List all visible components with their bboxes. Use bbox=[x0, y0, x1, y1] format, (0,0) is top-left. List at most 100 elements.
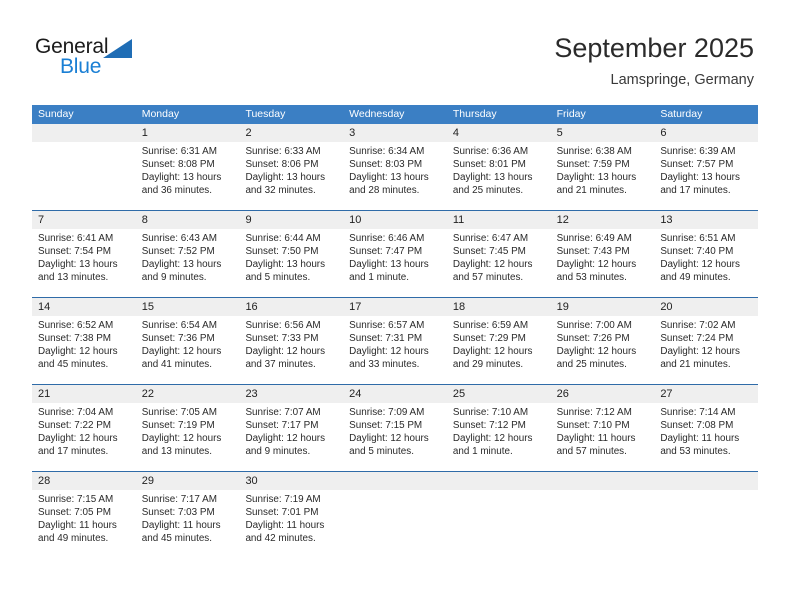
day-cell[interactable] bbox=[551, 490, 655, 560]
daylight-text-line1: Daylight: 12 hours bbox=[141, 433, 222, 445]
sunset-text: Sunset: 7:19 PM bbox=[141, 420, 215, 432]
daylight-text-line2: and 25 minutes. bbox=[452, 185, 524, 197]
sunrise-text: Sunrise: 7:14 AM bbox=[660, 407, 736, 418]
day-cell[interactable]: Sunrise: 6:34 AM Sunset: 8:03 PM Dayligh… bbox=[343, 142, 447, 210]
sunset-text: Sunset: 7:26 PM bbox=[556, 333, 630, 345]
day-cell[interactable]: Sunrise: 7:12 AM Sunset: 7:10 PM Dayligh… bbox=[551, 403, 655, 471]
sunset-text: Sunset: 7:29 PM bbox=[452, 333, 526, 345]
day-cell[interactable]: Sunrise: 6:57 AM Sunset: 7:31 PM Dayligh… bbox=[343, 316, 447, 384]
sunrise-text: Sunrise: 6:31 AM bbox=[141, 146, 217, 157]
daylight-text-line1: Daylight: 13 hours bbox=[141, 172, 222, 184]
sunset-text: Sunset: 7:36 PM bbox=[141, 333, 215, 345]
day-number[interactable]: 5 bbox=[551, 124, 655, 142]
day-number[interactable]: 1 bbox=[136, 124, 240, 142]
day-cell[interactable]: Sunrise: 6:52 AM Sunset: 7:38 PM Dayligh… bbox=[32, 316, 136, 384]
day-number[interactable]: 22 bbox=[136, 385, 240, 403]
sunrise-text: Sunrise: 6:43 AM bbox=[141, 233, 217, 244]
day-number[interactable]: 12 bbox=[551, 211, 655, 229]
day-cell[interactable]: Sunrise: 7:00 AM Sunset: 7:26 PM Dayligh… bbox=[551, 316, 655, 384]
day-number[interactable]: 8 bbox=[136, 211, 240, 229]
day-cell[interactable]: Sunrise: 7:04 AM Sunset: 7:22 PM Dayligh… bbox=[32, 403, 136, 471]
day-cell[interactable]: Sunrise: 6:31 AM Sunset: 8:08 PM Dayligh… bbox=[136, 142, 240, 210]
day-number[interactable] bbox=[32, 124, 136, 142]
day-number[interactable]: 30 bbox=[239, 472, 343, 490]
day-number[interactable]: 29 bbox=[136, 472, 240, 490]
day-number[interactable]: 21 bbox=[32, 385, 136, 403]
day-number[interactable]: 24 bbox=[343, 385, 447, 403]
day-cell[interactable]: Sunrise: 7:14 AM Sunset: 7:08 PM Dayligh… bbox=[654, 403, 758, 471]
day-cell[interactable]: Sunrise: 7:07 AM Sunset: 7:17 PM Dayligh… bbox=[239, 403, 343, 471]
day-cell[interactable]: Sunrise: 6:38 AM Sunset: 7:59 PM Dayligh… bbox=[551, 142, 655, 210]
day-number[interactable]: 4 bbox=[447, 124, 551, 142]
day-cell[interactable]: Sunrise: 7:15 AM Sunset: 7:05 PM Dayligh… bbox=[32, 490, 136, 560]
general-blue-logo[interactable]: General Blue bbox=[35, 36, 215, 86]
day-number[interactable]: 28 bbox=[32, 472, 136, 490]
day-number[interactable]: 14 bbox=[32, 298, 136, 316]
day-cell[interactable]: Sunrise: 6:49 AM Sunset: 7:43 PM Dayligh… bbox=[551, 229, 655, 297]
day-number[interactable]: 11 bbox=[447, 211, 551, 229]
day-cell[interactable]: Sunrise: 6:59 AM Sunset: 7:29 PM Dayligh… bbox=[447, 316, 551, 384]
sunset-text: Sunset: 7:10 PM bbox=[556, 420, 630, 432]
day-number[interactable]: 7 bbox=[32, 211, 136, 229]
day-number[interactable]: 10 bbox=[343, 211, 447, 229]
day-cell[interactable]: Sunrise: 6:36 AM Sunset: 8:01 PM Dayligh… bbox=[447, 142, 551, 210]
day-cell[interactable]: Sunrise: 6:33 AM Sunset: 8:06 PM Dayligh… bbox=[239, 142, 343, 210]
day-cell[interactable]: Sunrise: 6:44 AM Sunset: 7:50 PM Dayligh… bbox=[239, 229, 343, 297]
day-number[interactable]: 9 bbox=[239, 211, 343, 229]
sunrise-text: Sunrise: 6:56 AM bbox=[245, 320, 321, 331]
day-number[interactable]: 27 bbox=[654, 385, 758, 403]
day-number[interactable]: 6 bbox=[654, 124, 758, 142]
day-number[interactable]: 23 bbox=[239, 385, 343, 403]
sunrise-text: Sunrise: 6:34 AM bbox=[349, 146, 425, 157]
sunset-text: Sunset: 8:03 PM bbox=[349, 159, 423, 171]
calendar-week-row: 14 15 16 17 18 19 20 Sunrise: 6:52 AM Su… bbox=[32, 297, 758, 384]
sunrise-text: Sunrise: 7:09 AM bbox=[349, 407, 425, 418]
day-number[interactable] bbox=[447, 472, 551, 490]
daylight-text-line2: and 42 minutes. bbox=[245, 533, 316, 545]
day-number[interactable]: 2 bbox=[239, 124, 343, 142]
day-cell[interactable]: Sunrise: 6:47 AM Sunset: 7:45 PM Dayligh… bbox=[447, 229, 551, 297]
day-cell[interactable]: Sunrise: 6:56 AM Sunset: 7:33 PM Dayligh… bbox=[239, 316, 343, 384]
day-cell[interactable]: Sunrise: 7:05 AM Sunset: 7:19 PM Dayligh… bbox=[136, 403, 240, 471]
daylight-text-line2: and 17 minutes. bbox=[38, 446, 109, 458]
day-cell[interactable]: Sunrise: 7:17 AM Sunset: 7:03 PM Dayligh… bbox=[136, 490, 240, 560]
day-number[interactable]: 3 bbox=[343, 124, 447, 142]
day-number[interactable]: 13 bbox=[654, 211, 758, 229]
day-cell[interactable]: Sunrise: 7:10 AM Sunset: 7:12 PM Dayligh… bbox=[447, 403, 551, 471]
sunset-text: Sunset: 7:52 PM bbox=[141, 246, 215, 258]
day-number[interactable]: 26 bbox=[551, 385, 655, 403]
daylight-text-line2: and 49 minutes. bbox=[38, 533, 109, 545]
day-number[interactable]: 15 bbox=[136, 298, 240, 316]
daylight-text-line2: and 5 minutes. bbox=[245, 272, 311, 284]
day-cell[interactable]: Sunrise: 6:39 AM Sunset: 7:57 PM Dayligh… bbox=[654, 142, 758, 210]
daylight-text-line1: Daylight: 12 hours bbox=[141, 346, 222, 358]
day-cell[interactable]: Sunrise: 7:09 AM Sunset: 7:15 PM Dayligh… bbox=[343, 403, 447, 471]
daylight-text-line1: Daylight: 12 hours bbox=[556, 259, 637, 271]
day-number[interactable]: 17 bbox=[343, 298, 447, 316]
day-cell[interactable]: Sunrise: 6:51 AM Sunset: 7:40 PM Dayligh… bbox=[654, 229, 758, 297]
page-subtitle: Lamspringe, Germany bbox=[610, 72, 754, 88]
day-cell[interactable]: Sunrise: 6:54 AM Sunset: 7:36 PM Dayligh… bbox=[136, 316, 240, 384]
day-cell[interactable] bbox=[654, 490, 758, 560]
day-number[interactable] bbox=[654, 472, 758, 490]
day-number[interactable]: 25 bbox=[447, 385, 551, 403]
day-number[interactable] bbox=[551, 472, 655, 490]
day-number[interactable]: 20 bbox=[654, 298, 758, 316]
daylight-text-line2: and 5 minutes. bbox=[349, 446, 414, 458]
day-number[interactable]: 18 bbox=[447, 298, 551, 316]
day-number[interactable] bbox=[343, 472, 447, 490]
sunrise-text: Sunrise: 6:38 AM bbox=[556, 146, 632, 157]
sunrise-text: Sunrise: 6:36 AM bbox=[452, 146, 529, 157]
day-cell[interactable]: Sunrise: 7:02 AM Sunset: 7:24 PM Dayligh… bbox=[654, 316, 758, 384]
day-cell[interactable] bbox=[32, 142, 136, 210]
day-number[interactable]: 19 bbox=[551, 298, 655, 316]
day-cell[interactable] bbox=[343, 490, 447, 560]
day-number[interactable]: 16 bbox=[239, 298, 343, 316]
day-cell[interactable]: Sunrise: 6:43 AM Sunset: 7:52 PM Dayligh… bbox=[136, 229, 240, 297]
day-cell[interactable]: Sunrise: 6:46 AM Sunset: 7:47 PM Dayligh… bbox=[343, 229, 447, 297]
daylight-text-line2: and 1 minute. bbox=[349, 272, 409, 284]
day-cell[interactable]: Sunrise: 6:41 AM Sunset: 7:54 PM Dayligh… bbox=[32, 229, 136, 297]
calendar-week-row: 28 29 30 Sunrise: 7:15 AM Sunset: 7:05 P… bbox=[32, 471, 758, 560]
day-cell[interactable]: Sunrise: 7:19 AM Sunset: 7:01 PM Dayligh… bbox=[239, 490, 343, 560]
day-cell[interactable] bbox=[447, 490, 551, 560]
